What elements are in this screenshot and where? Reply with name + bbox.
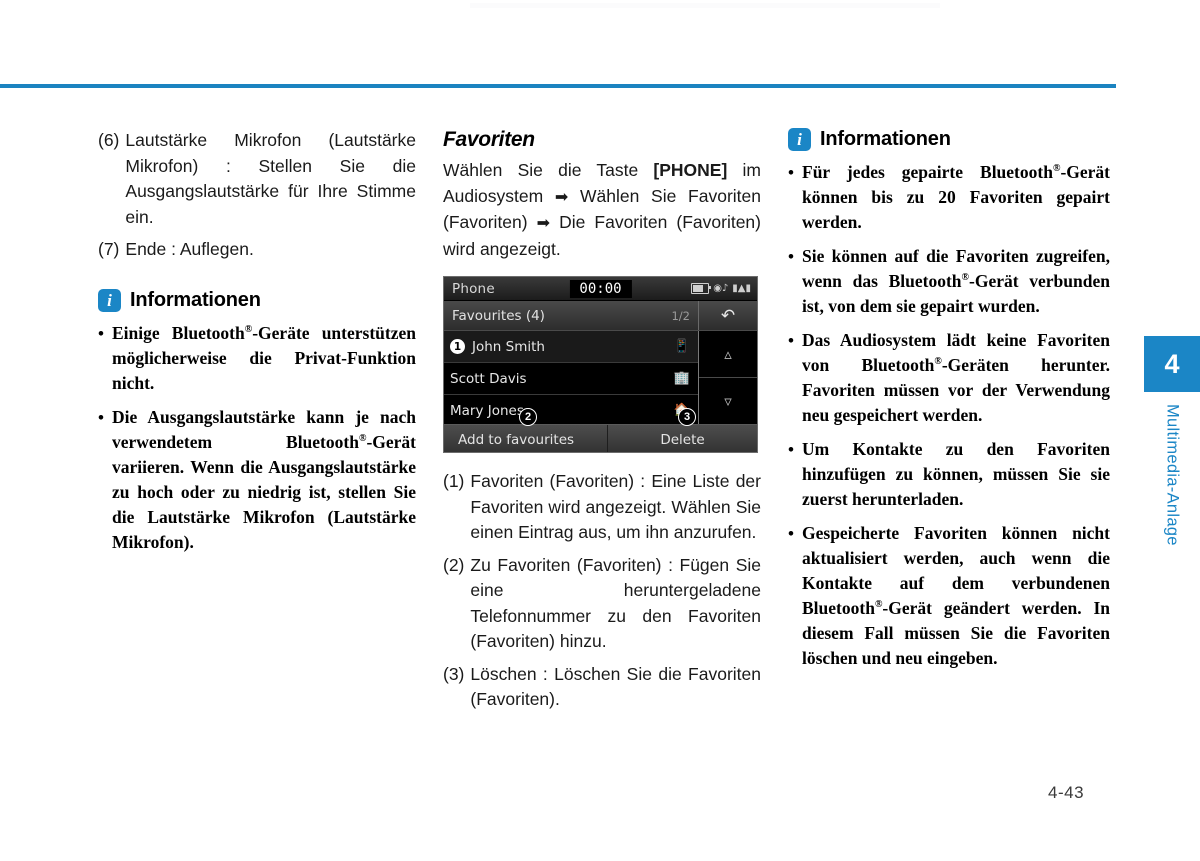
three-column-layout: (6) Lautstärke Mikrofon (Lautstärke Mikr… (98, 128, 1110, 720)
bullet-text: Einige Bluetooth®-Geräte unterstützen mö… (112, 322, 416, 393)
page-number: 4-43 (1048, 783, 1085, 802)
column-middle: Favoriten Wählen Sie die Taste [PHONE] i… (443, 128, 761, 720)
item-number: (3) (443, 663, 465, 684)
item-text: Favoriten (Favoriten) : Eine Liste der F… (470, 471, 761, 542)
device-screenshot-figure: Phone 00:00 ◉♪ ▮▲▮ Favourites (4) 1/2 ↶ … (443, 276, 758, 453)
contact-name: John Smith (472, 338, 545, 355)
column-right: i Informationen • Für jedes gepairte Blu… (788, 128, 1110, 720)
info-bullet-list: • Einige Bluetooth®-Geräte unterstützen … (98, 321, 416, 555)
chapter-tab-label: Multimedia-Anlage (1144, 404, 1200, 604)
scroll-down-button[interactable]: ▿ (699, 378, 757, 424)
numbered-item: (1) Favoriten (Favoriten) : Eine Liste d… (443, 469, 761, 546)
contact-name: Scott Davis (450, 370, 527, 387)
list-item[interactable]: Scott Davis 🏢 (444, 363, 698, 395)
phone-button-reference: [PHONE] (653, 160, 728, 180)
scroll-up-button[interactable]: ▵ (699, 331, 757, 378)
device-action-bar: Add to favourites Delete (444, 424, 757, 452)
item-number: (1) (443, 471, 465, 491)
chevron-down-icon: ▿ (724, 392, 732, 410)
bullet-icon: • (788, 440, 794, 459)
item-number: (7) (98, 239, 120, 259)
info-box-header: i Informationen (788, 128, 1110, 151)
scroll-controls: ▵ ▿ (699, 331, 757, 424)
intro-part-1: Wählen Sie die Taste (443, 160, 654, 180)
list-item: • Für jedes gepairte Bluetooth®-Gerät kö… (788, 160, 1110, 235)
bullet-text: Um Kontakte zu den Favoriten hinzufügen … (802, 439, 1110, 509)
device-title: Phone (452, 280, 495, 297)
battery-icon (691, 283, 712, 294)
info-icon: i (788, 128, 811, 151)
device-body: 1 John Smith 📱 Scott Davis 🏢 Mary Jones (444, 331, 757, 424)
favourites-title: Favourites (4) (452, 307, 545, 324)
favourites-header: Favourites (4) 1/2 (444, 301, 699, 330)
chapter-tab-label-text: Multimedia-Anlage (1163, 404, 1182, 546)
list-item[interactable]: 1 John Smith 📱 (444, 331, 698, 363)
mobile-phone-icon: 📱 (673, 339, 690, 354)
list-item: • Um Kontakte zu den Favoriten hinzufüge… (788, 437, 1110, 512)
item-number: (2) (443, 554, 465, 575)
column-left: (6) Lautstärke Mikrofon (Lautstärke Mikr… (98, 128, 416, 720)
page-indicator: 1/2 (671, 308, 690, 323)
back-button[interactable]: ↶ (699, 301, 757, 330)
delete-button[interactable]: Delete (608, 425, 757, 452)
back-arrow-icon: ↶ (720, 305, 736, 326)
chapter-tab-number: 4 (1144, 336, 1200, 392)
list-item: • Sie können auf die Favoriten zugreifen… (788, 244, 1110, 319)
item-text: Lautstärke Mikrofon (Lautstärke Mikrofon… (125, 130, 416, 227)
callout-marker-1: 1 (450, 339, 465, 354)
numbered-item: (2) Zu Favoriten (Favoriten) : Fügen Sie… (443, 553, 761, 655)
list-item[interactable]: Mary Jones 🏠 (444, 395, 698, 426)
info-box-title: Informationen (820, 128, 951, 150)
bluetooth-audio-icon: ◉♪ (713, 282, 729, 294)
office-building-icon: 🏢 (673, 371, 690, 386)
bullet-text: Die Ausgangslautstärke kann je nach verw… (112, 406, 416, 552)
device-subheader: Favourites (4) 1/2 ↶ (444, 301, 757, 331)
numbered-item: (6) Lautstärke Mikrofon (Lautstärke Mikr… (98, 128, 416, 230)
header-rule (0, 84, 1116, 88)
bullet-icon: • (788, 163, 794, 182)
bullet-text: Sie können auf die Favoriten zugreifen, … (802, 246, 1110, 316)
section-intro-paragraph: Wählen Sie die Taste [PHONE] im Audiosys… (443, 158, 761, 262)
item-number: (6) (98, 130, 120, 150)
device-title-bar: Phone 00:00 ◉♪ ▮▲▮ (444, 277, 757, 301)
add-to-favourites-button[interactable]: Add to favourites (444, 425, 608, 452)
signal-icon: ▮▲▮ (732, 282, 751, 294)
arrow-icon: ➡ (554, 188, 569, 206)
bullet-icon: • (98, 407, 104, 427)
item-text: Ende : Auflegen. (125, 239, 254, 259)
list-item: • Das Audiosystem lädt keine Favoriten v… (788, 328, 1110, 428)
list-item: • Die Ausgangslautstärke kann je nach ve… (98, 405, 416, 555)
bullet-text: Das Audiosystem lädt keine Favoriten von… (802, 330, 1110, 425)
device-clock: 00:00 (569, 279, 632, 298)
bullet-text: Für jedes gepairte Bluetooth®-Gerät könn… (802, 162, 1110, 232)
item-text: Löschen : Löschen Sie die Favoriten (Fav… (470, 663, 761, 710)
favourites-list: 1 John Smith 📱 Scott Davis 🏢 Mary Jones (444, 331, 699, 424)
bullet-icon: • (788, 524, 794, 543)
callout-marker-3: 3 (678, 408, 696, 426)
callout-marker-2: 2 (519, 408, 537, 426)
item-text: Zu Favoriten (Favoriten) : Fügen Sie ein… (470, 554, 761, 652)
chevron-up-icon: ▵ (724, 345, 732, 363)
contact-name: Mary Jones (450, 402, 524, 419)
section-title: Favoriten (443, 128, 535, 151)
scan-artifact (470, 3, 940, 8)
numbered-item: (3) Löschen : Löschen Sie die Favoriten … (443, 662, 761, 713)
bullet-icon: • (788, 331, 794, 350)
info-bullet-list: • Für jedes gepairte Bluetooth®-Gerät kö… (788, 160, 1110, 671)
info-box-title: Informationen (130, 288, 261, 311)
info-icon: i (98, 288, 121, 312)
infotainment-screen: Phone 00:00 ◉♪ ▮▲▮ Favourites (4) 1/2 ↶ … (443, 276, 758, 453)
list-item: • Einige Bluetooth®-Geräte unterstützen … (98, 321, 416, 396)
numbered-item: (7) Ende : Auflegen. (98, 237, 416, 263)
info-box-header: i Informationen (98, 288, 416, 312)
device-status-icons: ◉♪ ▮▲▮ (691, 283, 751, 294)
bullet-icon: • (98, 323, 104, 343)
bullet-text: Gespeicherte Favoriten können nicht aktu… (802, 523, 1110, 668)
bullet-icon: • (788, 247, 794, 266)
arrow-icon: ➡ (536, 215, 551, 232)
list-item: • Gespeicherte Favoriten können nicht ak… (788, 521, 1110, 671)
